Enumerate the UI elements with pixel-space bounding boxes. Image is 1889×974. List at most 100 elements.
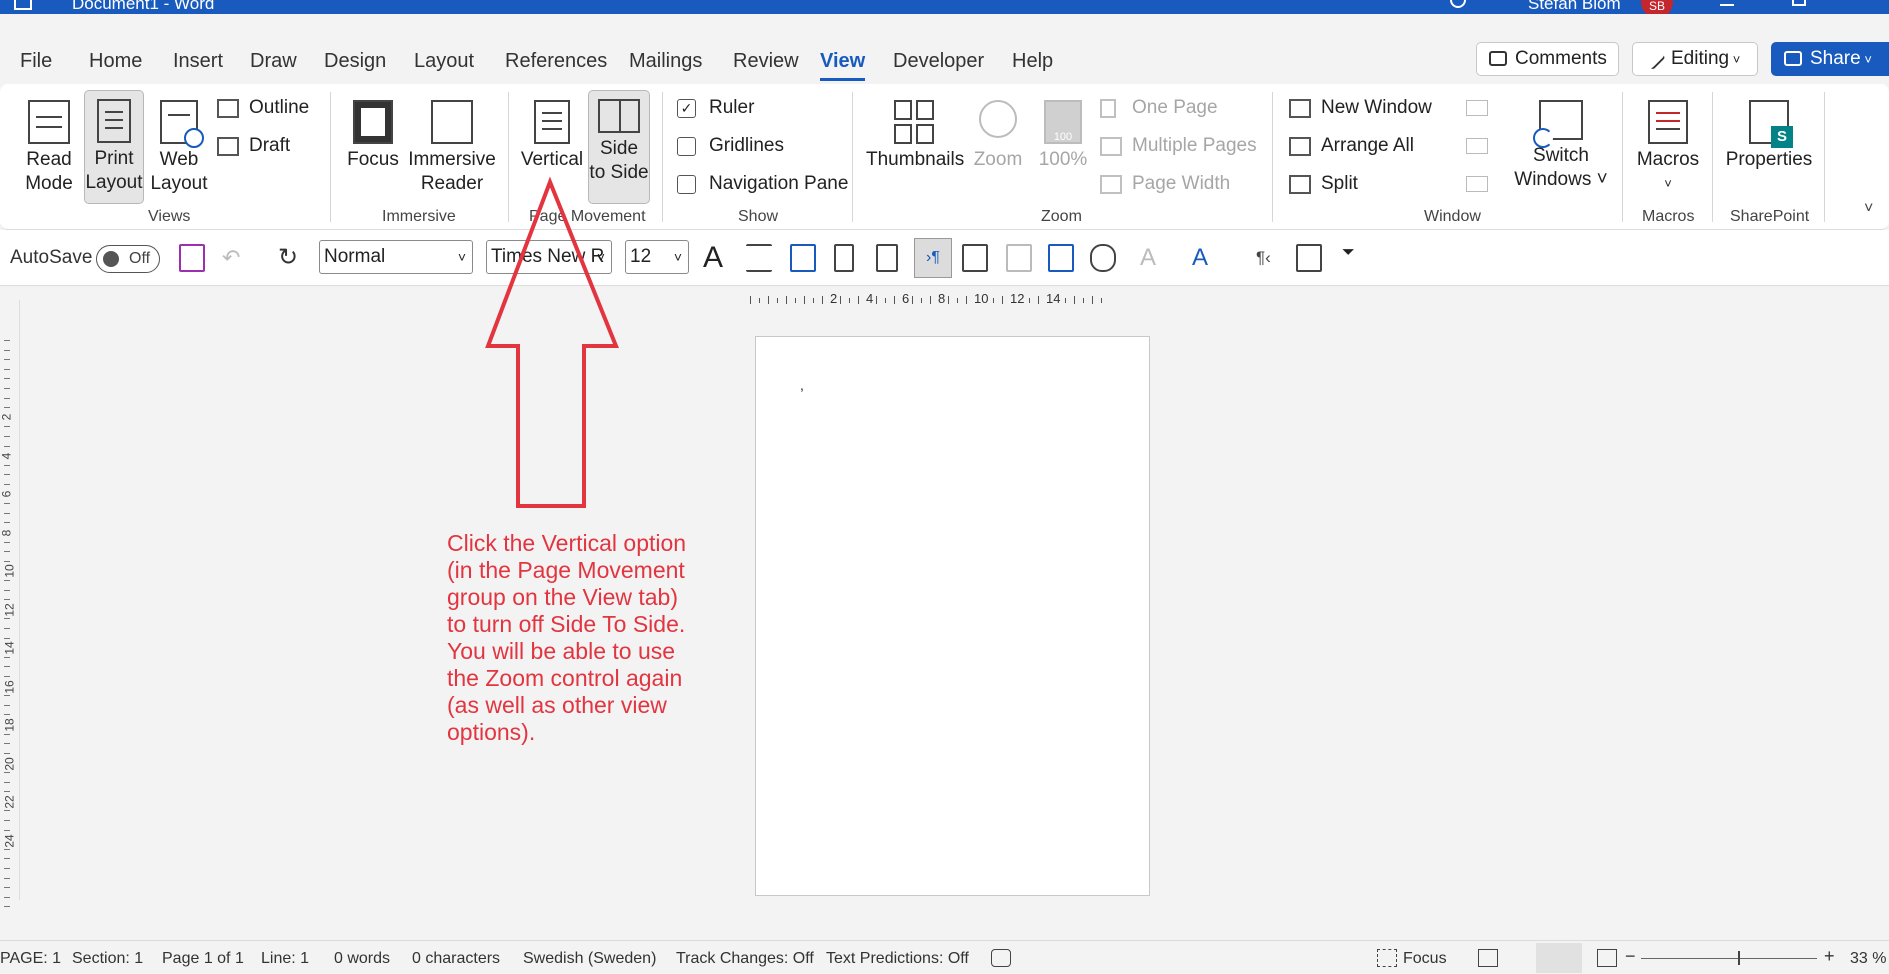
status-page-of[interactable]: Page 1 of 1 [162, 950, 244, 968]
zoom-level[interactable]: 33 % [1850, 950, 1886, 968]
document-page[interactable]: , [755, 336, 1150, 896]
minimize-icon[interactable] [1720, 0, 1734, 6]
group-label-window: Window [1424, 208, 1481, 225]
tab-layout[interactable]: Layout [414, 50, 474, 73]
style-dropdown[interactable]: Normal ˅ [319, 240, 473, 274]
print-icon[interactable] [962, 244, 988, 272]
ruler-tick [4, 820, 10, 821]
page-width-button[interactable]: Page Width [1100, 173, 1230, 195]
user-name[interactable]: Stefan Blom [1528, 0, 1621, 14]
view-side-by-side-icon[interactable] [1466, 100, 1488, 116]
one-page-button[interactable]: One Page [1100, 97, 1218, 119]
web-layout-button[interactable]: Web Layout [150, 92, 208, 202]
highlight-icon[interactable]: A [1140, 244, 1166, 272]
macros-button[interactable]: Macros ˅ [1632, 92, 1704, 202]
paragraph-format-icon[interactable] [746, 244, 772, 272]
show-formatting-icon[interactable]: ›¶ [914, 238, 952, 278]
close-icon[interactable] [1862, 0, 1876, 6]
status-characters[interactable]: 0 characters [412, 950, 500, 968]
outline-button[interactable]: Outline [217, 97, 309, 119]
font-size-dropdown[interactable]: 12 ˅ [625, 240, 689, 274]
ruler-tick [912, 296, 913, 304]
status-section[interactable]: Section: 1 [72, 950, 143, 968]
link-icon[interactable] [1006, 244, 1032, 272]
vertical-ruler[interactable]: 2 4 6 8 10 12 14 16 18 20 22 24 [0, 300, 20, 908]
tab-draw[interactable]: Draw [250, 50, 297, 73]
status-words[interactable]: 0 words [334, 950, 390, 968]
ruler-checkbox[interactable]: ✓ Ruler [677, 97, 754, 119]
zoom-out-icon[interactable]: − [1625, 946, 1636, 967]
tab-review[interactable]: Review [733, 50, 799, 73]
print-layout-view-icon[interactable] [1536, 943, 1582, 973]
zoom-slider-thumb[interactable] [1738, 951, 1740, 965]
comments-button[interactable]: Comments [1476, 42, 1619, 76]
font-color-icon[interactable]: A [1192, 244, 1218, 272]
status-focus[interactable]: Focus [1403, 950, 1447, 968]
thumbnails-button[interactable]: Thumbnails [866, 92, 964, 202]
font-a-icon[interactable]: A [703, 243, 729, 273]
page-icon[interactable] [834, 244, 854, 272]
tab-help[interactable]: Help [1012, 50, 1053, 73]
split-button[interactable]: Split [1289, 173, 1358, 195]
tab-references[interactable]: References [505, 50, 607, 73]
accessibility-icon[interactable] [991, 949, 1011, 967]
zoom-button[interactable]: Zoom [968, 92, 1028, 202]
customize-toolbar-icon[interactable]: ⏷ [1342, 244, 1368, 272]
autosave-toggle[interactable]: Off [96, 245, 160, 273]
status-page[interactable]: PAGE: 1 [0, 950, 61, 968]
ruler-tick [4, 445, 10, 447]
zoom-100-label: 100% [1038, 149, 1088, 170]
zoom-in-icon[interactable]: + [1824, 946, 1835, 967]
reset-window-position-icon[interactable] [1466, 176, 1488, 192]
zoom-slider[interactable] [1641, 958, 1817, 959]
text-box-icon[interactable] [790, 244, 816, 272]
draft-button[interactable]: Draft [217, 135, 290, 157]
synchronous-scrolling-icon[interactable] [1466, 138, 1488, 154]
print-layout-button[interactable]: Print Layout [84, 90, 144, 204]
restore-icon[interactable] [1792, 0, 1806, 6]
paragraph-direction-icon[interactable]: ¶‹ [1256, 244, 1282, 272]
tab-mailings[interactable]: Mailings [629, 50, 702, 73]
email-icon[interactable] [1048, 244, 1074, 272]
web-layout-view-icon[interactable] [1597, 949, 1617, 967]
focus-mode-icon[interactable] [1377, 949, 1397, 967]
ruler-tick [4, 676, 10, 677]
read-mode-button[interactable]: Read Mode [14, 92, 84, 202]
search-icon[interactable] [1450, 0, 1466, 8]
editing-button[interactable]: Editing ˅ [1632, 42, 1758, 76]
focus-button[interactable]: Focus [344, 92, 402, 202]
navigation-pane-checkbox[interactable]: Navigation Pane [677, 173, 848, 195]
tab-view[interactable]: View [820, 50, 866, 81]
save-icon[interactable] [179, 244, 205, 272]
multiple-pages-button[interactable]: Multiple Pages [1100, 135, 1257, 157]
status-text-predictions[interactable]: Text Predictions: Off [826, 950, 969, 968]
tab-insert[interactable]: Insert [173, 50, 223, 73]
tab-developer[interactable]: Developer [893, 50, 984, 73]
touch-mode-icon[interactable] [1090, 244, 1116, 272]
print-layout-label-1: Print [94, 148, 134, 169]
status-track-changes[interactable]: Track Changes: Off [676, 950, 814, 968]
ruler-tick [1101, 298, 1102, 303]
switch-windows-button[interactable]: Switch Windows ˅ [1506, 92, 1616, 202]
arrange-all-button[interactable]: Arrange All [1289, 135, 1414, 157]
tab-file[interactable]: File [20, 50, 52, 73]
new-window-button[interactable]: New Window [1289, 97, 1432, 119]
autosave-label: AutoSave [10, 247, 93, 268]
properties-button[interactable]: S Properties [1720, 92, 1818, 202]
status-line[interactable]: Line: 1 [261, 950, 309, 968]
borders-icon[interactable] [1296, 244, 1322, 272]
redo-icon[interactable]: ↻ [278, 244, 304, 272]
gridlines-checkbox[interactable]: Gridlines [677, 135, 784, 157]
tab-home[interactable]: Home [89, 50, 142, 73]
zoom-100-button[interactable]: 100 100% [1034, 92, 1092, 202]
collapse-ribbon-icon[interactable]: ˅ [1864, 200, 1873, 218]
horizontal-ruler[interactable]: 2 4 6 8 10 12 14 [750, 288, 1150, 314]
switch-windows-label-1: Switch [1533, 145, 1589, 166]
read-mode-view-icon[interactable] [1478, 949, 1498, 967]
status-language[interactable]: Swedish (Sweden) [523, 950, 656, 968]
share-button[interactable]: Share ˅ [1771, 42, 1889, 76]
undo-icon[interactable]: ↶ [222, 244, 248, 272]
avatar[interactable]: SB [1641, 0, 1673, 14]
tab-design[interactable]: Design [324, 50, 386, 73]
print-preview-icon[interactable] [876, 244, 898, 272]
